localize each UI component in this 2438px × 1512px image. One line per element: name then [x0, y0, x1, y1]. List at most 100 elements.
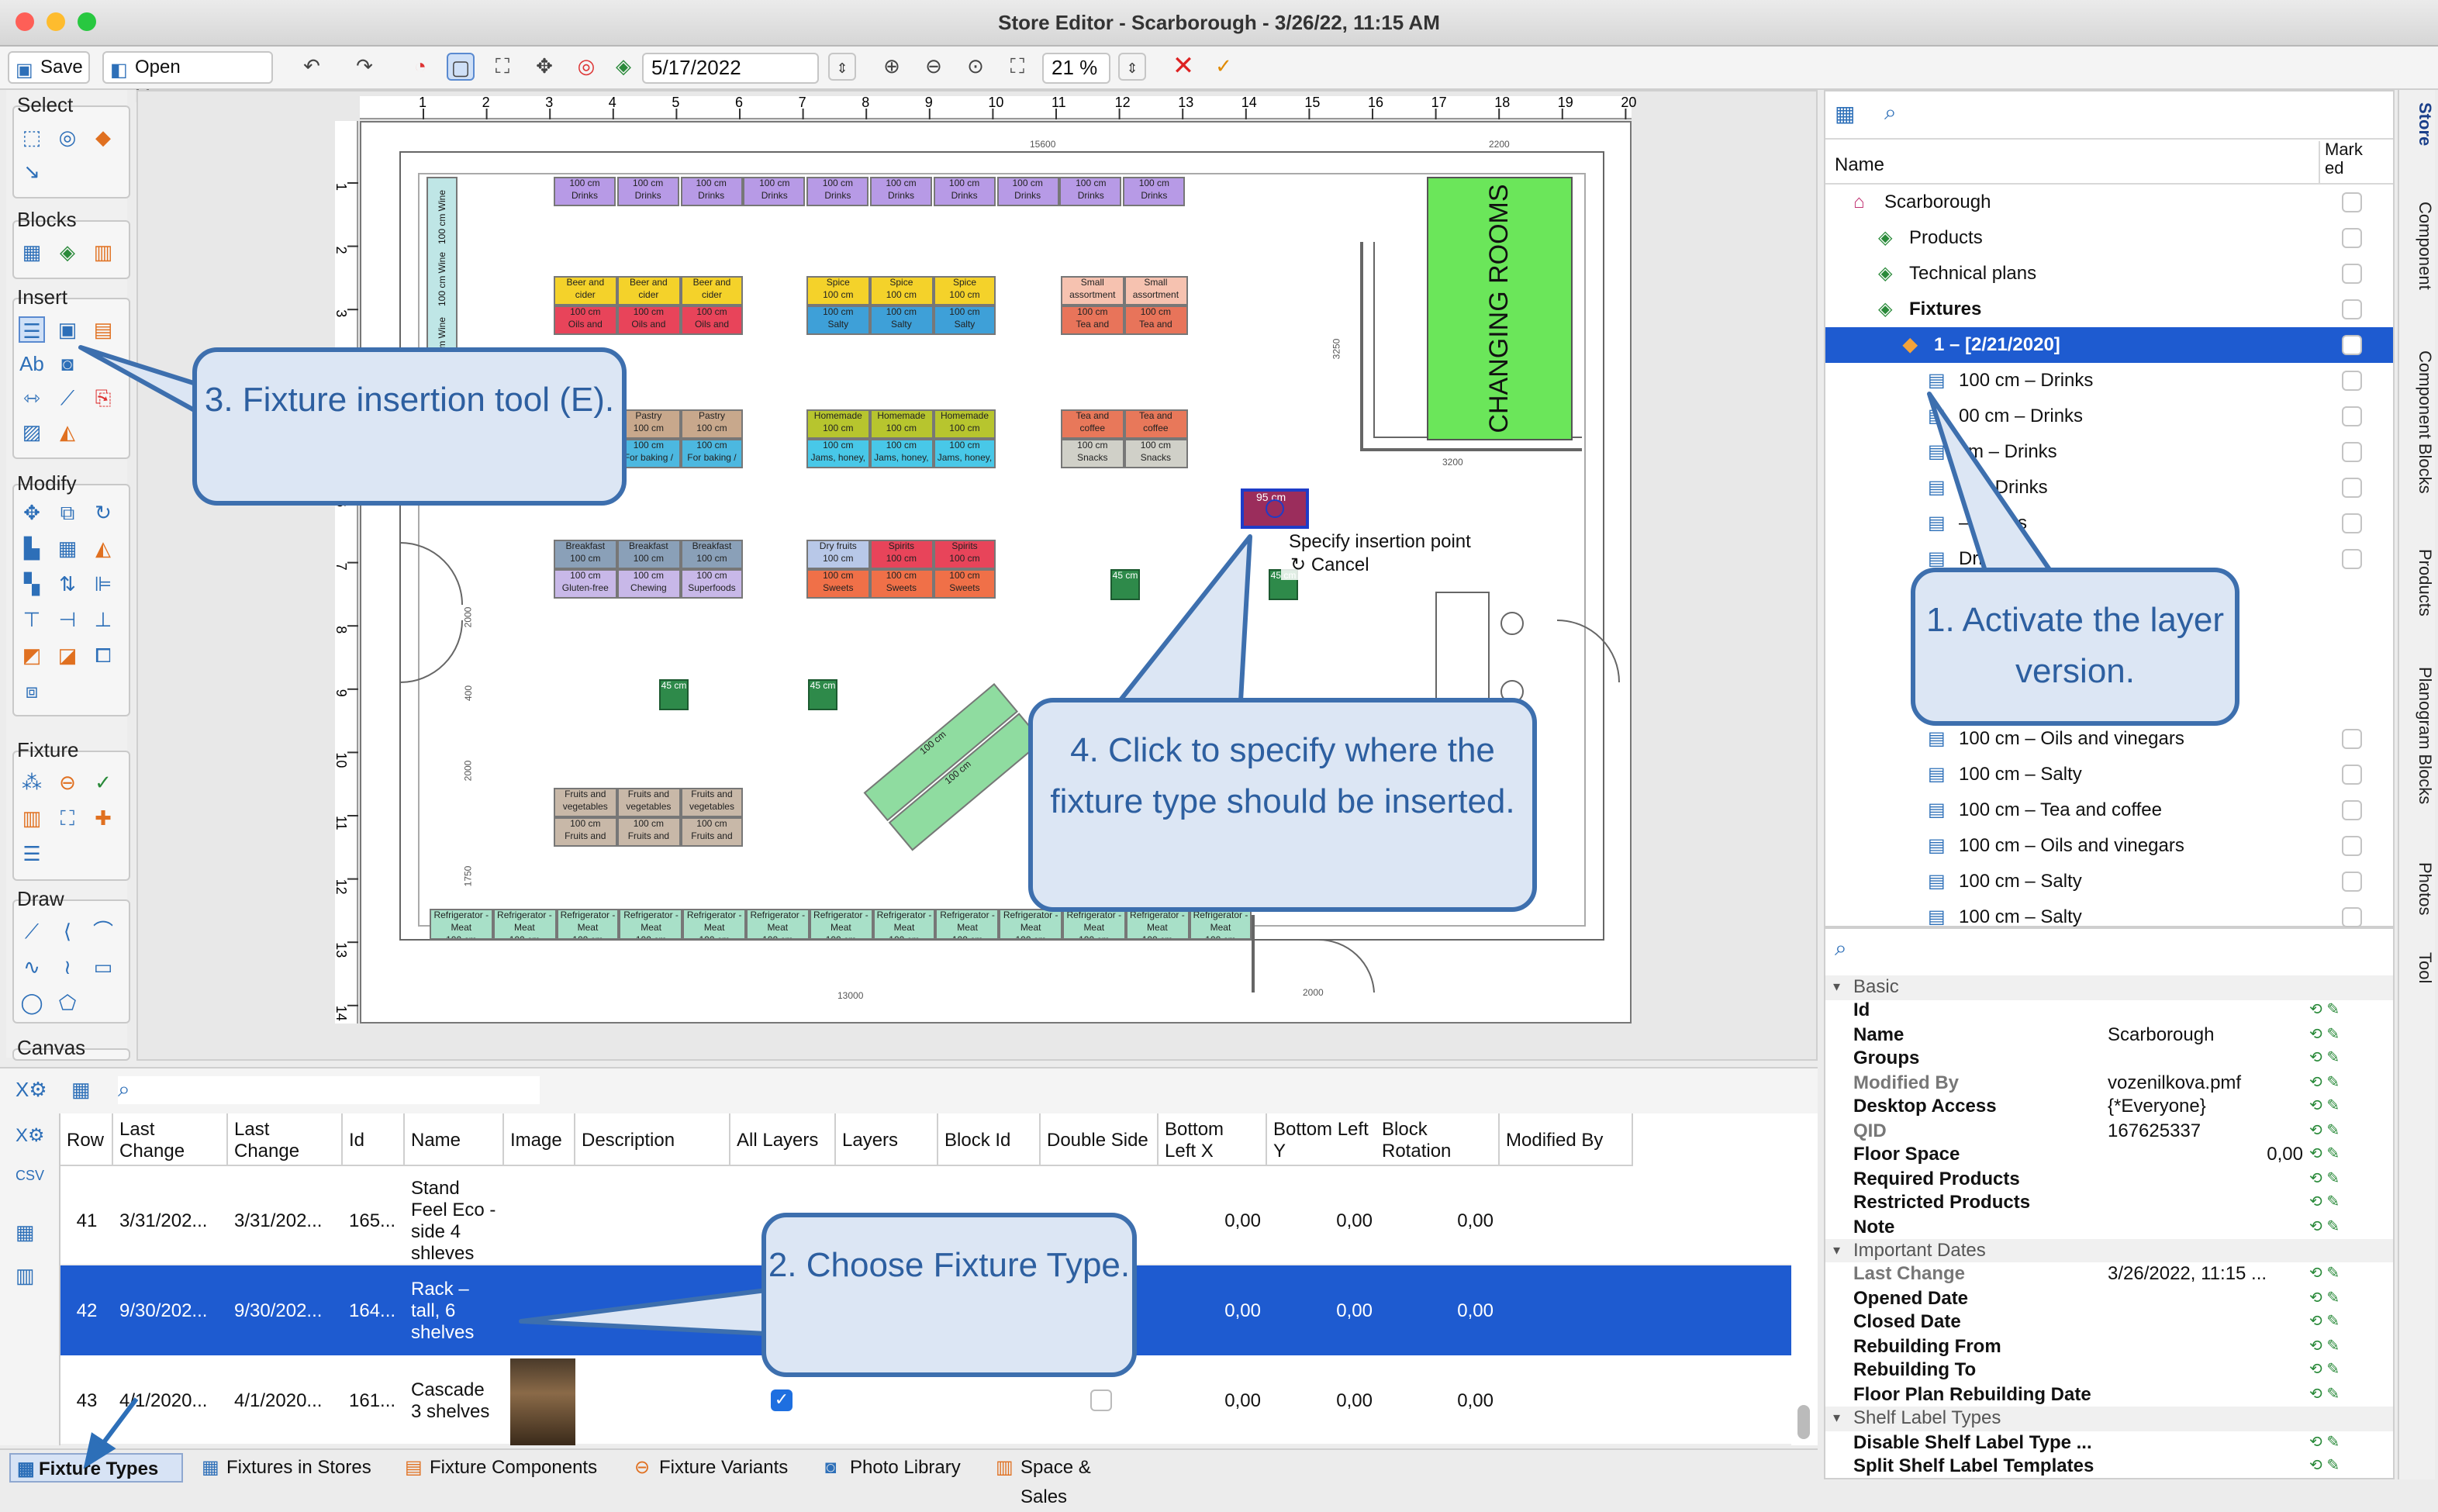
property-row[interactable]: Floor Space 0,00 ⟲ ✎ [1825, 1143, 2393, 1167]
shelf-fixture-front[interactable]: Fruits and vegetables100 cm [554, 788, 617, 817]
refrigerator-fixture[interactable]: Refrigerator - Meat100 cm [430, 909, 493, 940]
shelf-fixture-front[interactable]: Spice 100 cm [806, 276, 870, 306]
double-side-checkbox[interactable] [1090, 1389, 1112, 1411]
tab-fixtures-in-stores[interactable]: ▦ Fixtures in Stores [199, 1453, 382, 1483]
changing-rooms[interactable]: CHANGING ROOMS [1427, 177, 1573, 440]
tree-item[interactable]: ▤ 100 cm – Oils and vinegars [1825, 828, 2393, 864]
tab-fixture-types[interactable]: ▦ Fixture Types [9, 1453, 183, 1483]
marked-checkbox[interactable] [2342, 335, 2362, 355]
shelf-fixture-back[interactable]: 100 cm Tea and coffee [1124, 306, 1188, 335]
drinks-fixture[interactable]: 100 cm Drinks [996, 177, 1059, 206]
insertion-preview-fixture[interactable]: 95 cm [1241, 488, 1309, 529]
tab-component[interactable]: Component [2402, 202, 2433, 341]
edit-property-icon[interactable]: ⟲ ✎ [2309, 1431, 2340, 1454]
shelf-fixture-back[interactable]: 100 cm Snacks [1124, 439, 1188, 468]
column-header[interactable]: Description [575, 1113, 730, 1166]
property-row[interactable]: Floor Plan Rebuilding Date ⟲ ✎ [1825, 1383, 2393, 1407]
refrigerator-fixture[interactable]: Refrigerator - Meat100 cm [999, 909, 1062, 940]
column-header[interactable]: Bottom Left Y [1267, 1113, 1379, 1166]
shelf-fixture-back[interactable]: 100 cm Sweets [806, 569, 870, 599]
drinks-fixture[interactable]: 100 cm Drinks [743, 177, 806, 206]
refrigerator-fixture[interactable]: Refrigerator - Meat100 cm [619, 909, 683, 940]
property-row[interactable]: Groups ⟲ ✎ [1825, 1048, 2393, 1072]
excel-import-icon[interactable]: X⚙ [16, 1124, 45, 1146]
shelf-fixture-front[interactable]: Homemade 100 cm [933, 409, 996, 439]
shelf-fixture-back[interactable]: 100 cm For baking / cooking [680, 439, 744, 468]
tree-item[interactable]: ▤ m – Drinks [1825, 470, 2393, 506]
tab-photo-library[interactable]: ◙ Photo Library [822, 1453, 971, 1483]
marked-checkbox[interactable] [2342, 513, 2362, 533]
drinks-fixture[interactable]: 100 cm Drinks [616, 177, 679, 206]
refrigerator-fixture[interactable]: Refrigerator - Meat100 cm [872, 909, 936, 940]
drinks-fixture[interactable]: 100 cm Drinks [870, 177, 932, 206]
shelf-fixture-front[interactable]: Beer and cider100 cm [554, 276, 617, 306]
shelf-fixture-front[interactable]: Homemade 100 cm [806, 409, 870, 439]
marked-checkbox[interactable] [2342, 228, 2362, 248]
edit-property-icon[interactable]: ⟲ ✎ [2309, 1215, 2340, 1238]
refrigerator-fixture[interactable]: Refrigerator - Meat100 cm [1062, 909, 1126, 940]
tree-item[interactable]: ◈ Technical plans [1825, 256, 2393, 292]
drinks-fixture[interactable]: 100 cm Drinks [806, 177, 869, 206]
tree-item[interactable]: ▤ 100 cm – Drinks [1825, 363, 2393, 399]
shelf-fixture-back[interactable]: 100 cm Jams, honey, sweet creams [933, 439, 996, 468]
edit-property-icon[interactable]: ⟲ ✎ [2309, 1358, 2340, 1382]
shelf-fixture-back[interactable]: 100 cm Salty [869, 306, 934, 335]
shelf-fixture-back[interactable]: 100 cm Fruits and vegetables [680, 817, 744, 847]
drinks-fixture[interactable]: 100 cm Drinks [554, 177, 616, 206]
column-header[interactable]: Layers [836, 1113, 938, 1166]
tab-space-sales[interactable]: ▥ Space & Sales [993, 1453, 1141, 1507]
column-header[interactable]: Name [405, 1113, 504, 1166]
collapse-icon[interactable]: ▾ [1833, 1239, 1840, 1262]
drinks-fixture[interactable]: 100 cm Drinks [680, 177, 743, 206]
shelf-fixture-back[interactable]: 100 cm Superfoods [680, 569, 744, 599]
shelf-fixture-back[interactable]: 100 cm Fruits and vegetables [554, 817, 617, 847]
tree-item[interactable]: ⌂ Scarborough [1825, 185, 2393, 220]
column-header[interactable]: Row [60, 1113, 113, 1166]
refrigerator-fixture[interactable]: Refrigerator - Meat100 cm [809, 909, 873, 940]
shelf-fixture-back[interactable]: 100 cm Jams, honey, sweet creams [806, 439, 870, 468]
property-row[interactable]: Desktop Access {*Everyone} ⟲ ✎ [1825, 1096, 2393, 1120]
shelf-fixture-front[interactable]: Fruits and vegetables100 cm [680, 788, 744, 817]
shelf-fixture-front[interactable]: Beer and cider100 cm [680, 276, 744, 306]
tree-filter-icon[interactable]: ▦ [1835, 101, 1855, 127]
shelf-fixture-back[interactable]: 100 cm Oils and vinegars [680, 306, 744, 335]
marked-checkbox[interactable] [2342, 478, 2362, 498]
marked-checkbox[interactable] [2342, 264, 2362, 284]
property-row[interactable]: QID 167625337 ⟲ ✎ [1825, 1119, 2393, 1143]
tree-item[interactable]: ◆ 1 – [2/21/2020] [1825, 327, 2393, 363]
property-row[interactable]: Rebuilding From ⟲ ✎ [1825, 1335, 2393, 1359]
shelf-fixture-back[interactable]: 100 cm Jams, honey, sweet creams [869, 439, 934, 468]
shelf-fixture-back[interactable]: 100 cm Fruits and vegetables [616, 817, 681, 847]
tab-component-blocks[interactable]: Component Blocks [2402, 350, 2433, 537]
property-row[interactable]: Rebuilding To ⟲ ✎ [1825, 1358, 2393, 1383]
column-header[interactable]: Bottom Left X [1159, 1113, 1267, 1166]
tab-store[interactable]: Store [2402, 102, 2433, 192]
shelf-fixture-back[interactable]: 100 cm Sweets [869, 569, 934, 599]
shelf-fixture-back[interactable]: 100 cm Snacks [1061, 439, 1124, 468]
marked-checkbox[interactable] [2342, 836, 2362, 856]
report-icon[interactable]: ▦ [16, 1220, 35, 1245]
shelf-fixture-front[interactable]: Tea and coffee100 cm [1061, 409, 1124, 439]
csv-icon[interactable]: CSV [16, 1168, 44, 1183]
collapse-icon[interactable]: ▾ [1833, 1407, 1840, 1430]
marked-checkbox[interactable] [2342, 549, 2362, 569]
edit-property-icon[interactable]: ⟲ ✎ [2309, 1167, 2340, 1190]
shelf-fixture-front[interactable]: Small assortment100 cm [1061, 276, 1124, 306]
edit-property-icon[interactable]: ⟲ ✎ [2309, 1263, 2340, 1286]
shelf-fixture-front[interactable]: Tea and coffee100 cm [1124, 409, 1188, 439]
edit-property-icon[interactable]: ⟲ ✎ [2309, 999, 2340, 1023]
refrigerator-fixture[interactable]: Refrigerator - Meat100 cm [556, 909, 620, 940]
shelf-fixture-front[interactable]: Dry fruits 100 cm [806, 540, 870, 569]
marked-checkbox[interactable] [2342, 872, 2362, 892]
marked-checkbox[interactable] [2342, 442, 2362, 462]
column-header[interactable]: Id [343, 1113, 405, 1166]
tab-fixture-components[interactable]: ▤ Fixture Components [402, 1453, 606, 1483]
column-header[interactable]: Modified By [1500, 1113, 1633, 1166]
column-header[interactable]: Block Rotation [1376, 1113, 1500, 1166]
refrigerator-fixture[interactable]: Refrigerator - Meat100 cm [682, 909, 746, 940]
property-row[interactable]: Split Shelf Label Templates ⟲ ✎ [1825, 1455, 2393, 1478]
marked-checkbox[interactable] [2342, 371, 2362, 391]
shelf-fixture-front[interactable]: Breakfast 100 cm [680, 540, 744, 569]
table-search[interactable]: ⌕ [118, 1076, 540, 1104]
refrigerator-fixture[interactable]: Refrigerator - Meat100 cm [1125, 909, 1190, 940]
